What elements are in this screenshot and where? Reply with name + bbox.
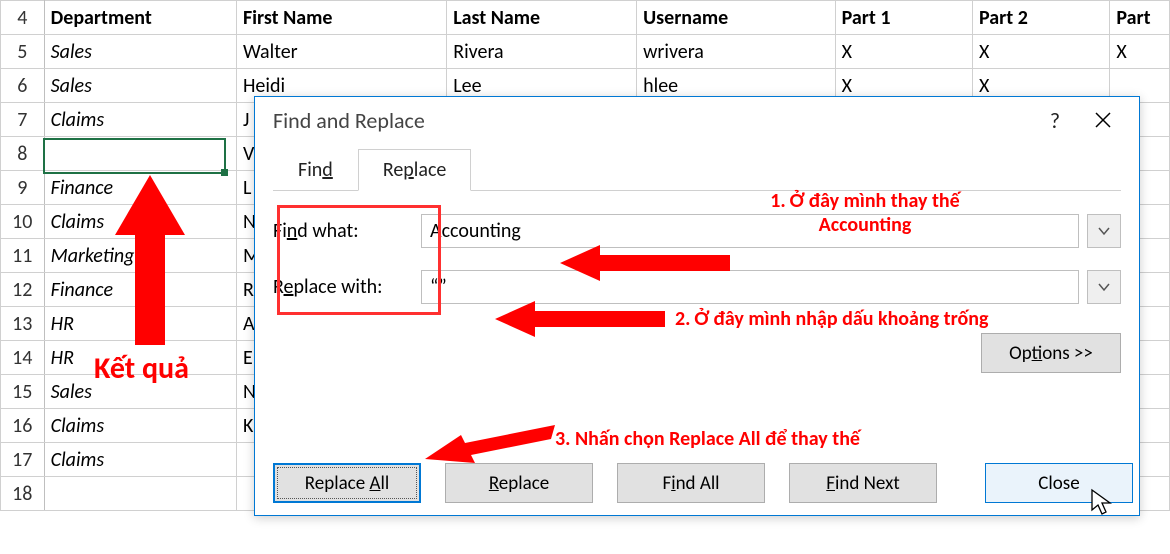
row-number[interactable]: 8 bbox=[1, 137, 45, 171]
cell[interactable]: Claims bbox=[44, 443, 236, 477]
cell[interactable]: X bbox=[973, 35, 1110, 69]
row-number[interactable]: 10 bbox=[1, 205, 45, 239]
replace-button[interactable]: Replace bbox=[445, 463, 593, 503]
row-number[interactable]: 12 bbox=[1, 273, 45, 307]
row-number[interactable]: 9 bbox=[1, 171, 45, 205]
col-header[interactable]: Username bbox=[637, 1, 836, 35]
col-header[interactable]: Last Name bbox=[447, 1, 637, 35]
row-number[interactable]: 15 bbox=[1, 375, 45, 409]
cell[interactable]: Sales bbox=[44, 35, 236, 69]
cell[interactable]: Claims bbox=[44, 103, 236, 137]
row-number[interactable]: 6 bbox=[1, 69, 45, 103]
row-number[interactable]: 5 bbox=[1, 35, 45, 69]
cell[interactable]: Sales bbox=[44, 375, 236, 409]
options-button[interactable]: Options >> bbox=[981, 333, 1121, 373]
cell[interactable]: Marketing bbox=[44, 239, 236, 273]
cell[interactable]: Claims bbox=[44, 205, 236, 239]
row-number[interactable]: 11 bbox=[1, 239, 45, 273]
row-number[interactable]: 4 bbox=[1, 1, 45, 35]
col-header[interactable]: Department bbox=[44, 1, 236, 35]
find-next-button[interactable]: Find Next bbox=[789, 463, 937, 503]
replace-all-button[interactable]: Replace All bbox=[273, 463, 421, 503]
help-button[interactable]: ? bbox=[1031, 107, 1079, 134]
cell[interactable]: Claims bbox=[44, 409, 236, 443]
dialog-title: Find and Replace bbox=[273, 107, 425, 134]
callout-3: 3. Nhấn chọn Replace All để thay thế bbox=[555, 427, 975, 451]
cell[interactable]: wrivera bbox=[637, 35, 836, 69]
row-number[interactable]: 16 bbox=[1, 409, 45, 443]
arrow-icon bbox=[425, 425, 555, 465]
tab-replace[interactable]: Replace bbox=[358, 149, 472, 191]
row-number[interactable]: 13 bbox=[1, 307, 45, 341]
cell[interactable]: Sales bbox=[44, 69, 236, 103]
close-button[interactable]: Close bbox=[985, 463, 1133, 503]
chevron-down-icon bbox=[1098, 225, 1110, 237]
cell[interactable]: Rivera bbox=[447, 35, 637, 69]
active-cell[interactable] bbox=[44, 137, 236, 171]
cell[interactable] bbox=[44, 477, 236, 511]
cell[interactable]: Finance bbox=[44, 171, 236, 205]
find-what-input[interactable] bbox=[421, 214, 1079, 248]
find-all-button[interactable]: Find All bbox=[617, 463, 765, 503]
col-header[interactable]: Part bbox=[1110, 1, 1170, 35]
cell[interactable]: Walter bbox=[236, 35, 446, 69]
col-header[interactable]: Part 1 bbox=[835, 1, 972, 35]
replace-with-dropdown[interactable] bbox=[1087, 270, 1121, 304]
cell[interactable]: X bbox=[835, 35, 972, 69]
row-number[interactable]: 18 bbox=[1, 477, 45, 511]
row-number[interactable]: 17 bbox=[1, 443, 45, 477]
close-icon[interactable] bbox=[1079, 107, 1127, 134]
row-number[interactable]: 14 bbox=[1, 341, 45, 375]
replace-with-input[interactable] bbox=[421, 270, 1079, 304]
cell[interactable]: Finance bbox=[44, 273, 236, 307]
chevron-down-icon bbox=[1098, 281, 1110, 293]
find-what-label: Find what: bbox=[273, 219, 413, 243]
tab-find[interactable]: Find bbox=[273, 149, 358, 191]
row-number[interactable]: 7 bbox=[1, 103, 45, 137]
cell[interactable]: X bbox=[1110, 35, 1170, 69]
cell[interactable]: HR bbox=[44, 341, 236, 375]
col-header[interactable]: Part 2 bbox=[973, 1, 1110, 35]
replace-with-label: Replace with: bbox=[273, 275, 413, 299]
cell[interactable]: HR bbox=[44, 307, 236, 341]
find-what-dropdown[interactable] bbox=[1087, 214, 1121, 248]
find-replace-dialog: Find and Replace ? Find Replace Find wha… bbox=[254, 96, 1140, 516]
col-header[interactable]: First Name bbox=[236, 1, 446, 35]
